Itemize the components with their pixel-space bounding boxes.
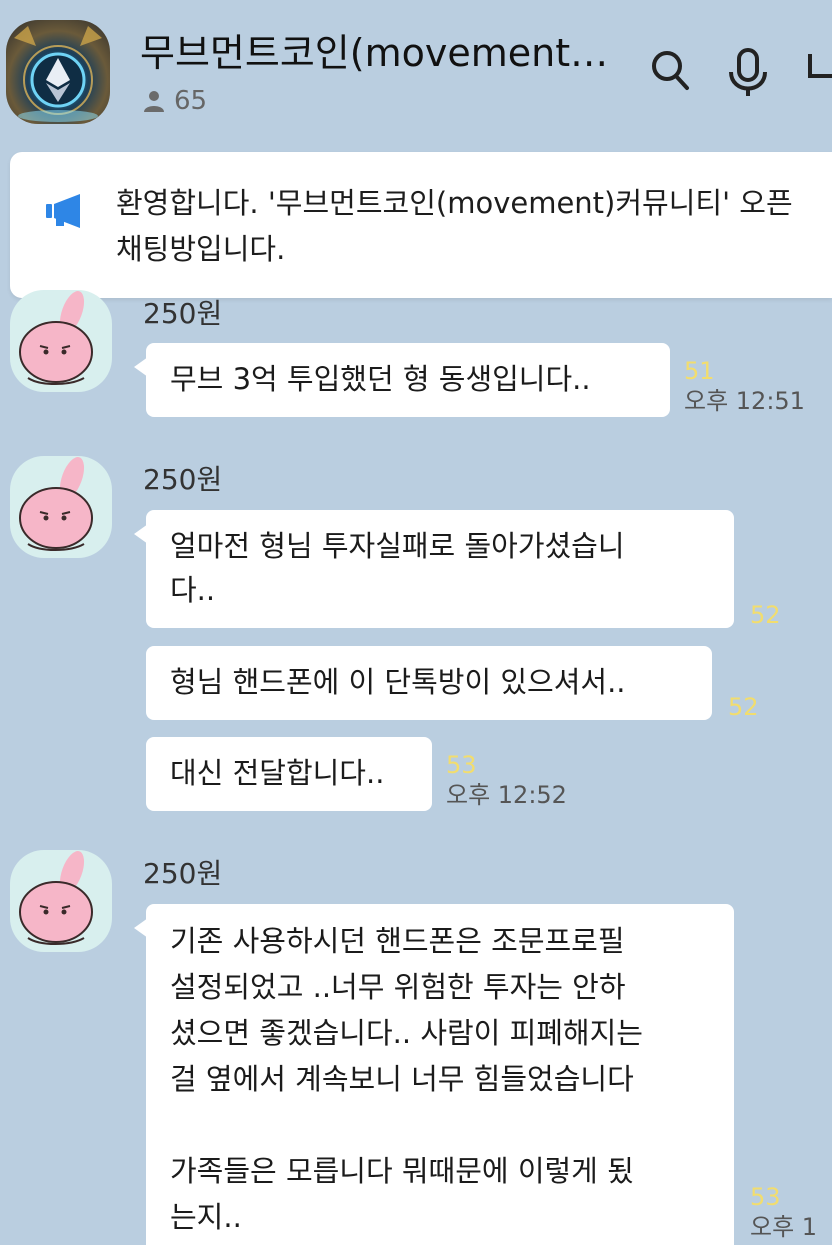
message-bubble[interactable]: 얼마전 형님 투자실패로 돌아가셨습니 다.. [134,510,734,628]
mic-icon [729,48,767,96]
message-line: 가족들은 모릅니다 뭐때문에 이렇게 됬 [170,1154,634,1188]
message-meta: 53 오후 1 [750,1182,832,1242]
message-meta: 51 오후 12:51 [684,356,805,416]
bunny-avatar-icon [19,457,93,551]
message-line: 는지.. [170,1200,242,1234]
search-icon [652,51,689,90]
message-line: 걸 옆에서 계속보니 너무 힘들었습니다 [170,1062,634,1096]
message-text: 무브 3억 투입했던 형 동생입니다.. [170,362,591,396]
member-count: 65 [142,84,207,118]
message-line: 얼마전 형님 투자실패로 돌아가셨습니 [170,529,625,563]
voice-button[interactable] [726,48,770,102]
sender-name: 250원 [143,297,223,330]
message-text: 대신 전달합니다.. [170,756,385,790]
notice-text: 환영합니다. '무브먼트코인(movement)커뮤니티' 오픈채팅방입니다. [116,186,793,266]
message-bubble[interactable]: 무브 3억 투입했던 형 동생입니다.. [134,343,670,417]
message-meta: 52 [728,692,759,722]
sender-avatar[interactable] [10,850,112,952]
bunny-avatar-icon [19,291,93,385]
message-line: 기존 사용하시던 핸드폰은 조문프로필 [170,924,625,958]
ethereum-logo-icon [14,26,102,122]
unread-count: 52 [750,601,781,629]
message-bubble[interactable]: 형님 핸드폰에 이 단톡방이 있으셔서.. [146,646,712,720]
megaphone-icon [44,192,84,236]
message-text: 형님 핸드폰에 이 단톡방이 있으셔서.. [170,665,626,699]
menu-icon [808,54,832,78]
message-time: 오후 1 [750,1213,818,1241]
message-line: 셨으면 좋겠습니다.. 사람이 피폐해지는 [170,1016,643,1050]
message-time: 오후 12:51 [684,387,805,415]
bunny-avatar-icon [19,851,93,945]
room-title: 무브먼트코인(movement)... [140,31,618,75]
room-avatar[interactable] [6,20,110,124]
message-bubble[interactable]: 기존 사용하시던 핸드폰은 조문프로필 설정되었고 ..너무 위험한 투자는 안… [134,904,734,1245]
search-button[interactable] [650,48,690,96]
message-meta: 52 [750,600,781,630]
sender-name: 250원 [143,857,223,890]
notice-banner[interactable]: 환영합니다. '무브먼트코인(movement)커뮤니티' 오픈채팅방입니다. [10,152,832,298]
message-time: 오후 12:52 [446,781,567,809]
sender-avatar[interactable] [10,290,112,392]
sender-name: 250원 [143,463,223,496]
sender-avatar[interactable] [10,456,112,558]
unread-count: 51 [684,357,715,385]
message-meta: 53 오후 12:52 [446,750,567,810]
unread-count: 53 [750,1183,781,1211]
menu-button[interactable] [806,48,832,96]
chat-header: 무브먼트코인(movement)... 65 [0,0,832,140]
message-line: 설정되었고 ..너무 위험한 투자는 안하 [170,970,626,1004]
message-line: 다.. [170,573,216,607]
message-line [170,1102,714,1148]
person-icon [144,91,164,112]
message-bubble[interactable]: 대신 전달합니다.. [146,737,432,811]
member-count-value: 65 [174,86,208,116]
unread-count: 53 [446,751,477,779]
unread-count: 52 [728,693,759,721]
